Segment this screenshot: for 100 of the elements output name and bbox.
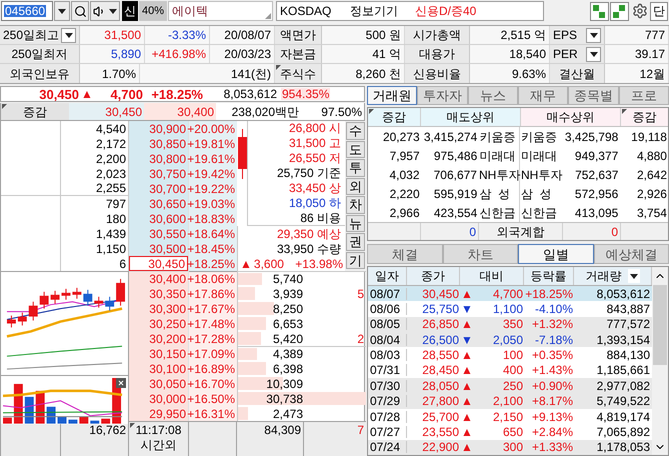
scroll-thumb[interactable] — [653, 285, 667, 365]
dropdown-button[interactable] — [61, 28, 76, 42]
ask-price[interactable]: 30,900 — [129, 121, 188, 136]
ask-price[interactable]: 30,500 — [129, 241, 188, 256]
side-button[interactable]: 도 — [346, 140, 365, 158]
change-sign: ▲ — [460, 426, 474, 438]
quote-time: 11:17:08 — [136, 424, 182, 436]
caret-icon — [630, 274, 638, 278]
change-sign: ▲ — [80, 88, 94, 100]
ask-price[interactable]: 30,700 — [129, 181, 188, 196]
field-label: 대용가 — [418, 48, 456, 60]
stock-code-field[interactable]: 045660 — [1, 1, 53, 21]
sector-label: 정보기기 — [350, 5, 399, 17]
daily-row[interactable]: 08/07 30,450 ▲ 4,700 +18.25% 8,053,612 — [368, 286, 652, 302]
table-cell: 08/05 — [368, 318, 407, 330]
table-cell-text: 3,425,798 — [564, 128, 620, 146]
broker-name: 미래대 — [520, 148, 558, 164]
daily-row[interactable]: 07/27 23,550 ▲ 650 +2.84% 7,065,892 — [368, 424, 652, 440]
tab[interactable]: 체결 — [367, 244, 442, 264]
column-header: 대비 — [480, 270, 504, 282]
tab[interactable]: 거래원 — [367, 86, 418, 105]
field-value: 777 — [644, 29, 665, 41]
ask-price[interactable]: 30,550 — [129, 226, 188, 241]
volume-ratio: 954.35% — [281, 88, 330, 100]
daily-row[interactable]: 08/04 26,500 ▼ 2,050 -7.18% 1,393,154 — [368, 332, 652, 348]
side-button[interactable]: 기 — [346, 252, 365, 269]
column-header: 증감 — [632, 111, 656, 123]
ask-price[interactable]: 30,650 — [129, 196, 188, 211]
table-cell-text: 572,956 — [574, 186, 620, 202]
daily-row[interactable]: 07/24 22,900 ▲ 300 +1.33% 1,178,053 — [368, 440, 652, 455]
ask-quantity: 6 — [119, 258, 126, 270]
candle — [83, 289, 92, 306]
bid-quantity: 8,250 — [272, 302, 304, 314]
bid-rate: +16.89% — [187, 362, 235, 374]
search-button[interactable] — [71, 1, 89, 21]
unit-button[interactable]: 단 — [650, 2, 668, 20]
field-label: EPS — [553, 29, 578, 41]
dropdown-button[interactable] — [586, 28, 601, 42]
close-icon[interactable] — [116, 378, 126, 388]
code-dropdown-button[interactable] — [54, 1, 70, 21]
tab[interactable]: 차트 — [442, 244, 518, 264]
table-cell-text: 400 — [502, 364, 524, 376]
tab[interactable]: 프로 — [618, 86, 669, 105]
field-label: 외국인보유 — [8, 68, 70, 80]
daily-row[interactable]: 08/06 25,750 ▼ 1,100 -4.10% 843,887 — [368, 301, 652, 317]
table-cell: 08/04 — [368, 334, 407, 346]
chart-window-icon[interactable] — [610, 2, 629, 20]
field-label: PER — [553, 48, 579, 60]
tab[interactable]: 투자자 — [417, 86, 468, 105]
ask-quantity: 2,023 — [96, 168, 126, 180]
column-header: 매수상위 — [521, 108, 621, 126]
daily-row[interactable]: 07/29 27,800 ▲ 2,100 +8.17% 5,749,522 — [368, 394, 652, 409]
price-stat: 26,800 시 — [288, 122, 341, 134]
tab[interactable]: 종목별 — [568, 86, 619, 105]
side-button[interactable]: 차 — [346, 196, 365, 214]
field-value: 31,500 — [104, 29, 141, 41]
side-button[interactable]: 투 — [346, 159, 365, 176]
table-cell-text: 2,220 — [388, 186, 421, 202]
scrollbar[interactable] — [652, 267, 668, 455]
column-menu-button[interactable] — [628, 269, 640, 283]
tab[interactable]: 뉴스 — [468, 86, 518, 105]
daily-row[interactable]: 07/30 28,050 ▲ 250 +0.90% 2,977,082 — [368, 378, 652, 394]
chart-window-icon[interactable] — [590, 2, 609, 20]
speaker-icon — [92, 4, 106, 18]
change-sign: ▲ — [460, 288, 474, 300]
dropdown-button[interactable] — [586, 46, 601, 62]
table-cell-text: 22,900 — [421, 441, 460, 454]
column-header: 매도상위 — [421, 108, 521, 126]
candle — [72, 287, 82, 300]
daily-row[interactable]: 08/03 28,550 ▲ 100 +0.35% 884,130 — [368, 347, 652, 363]
ask-price[interactable]: 30,800 — [129, 151, 188, 166]
side-button[interactable]: 외 — [346, 178, 365, 195]
stock-name-field[interactable]: 에이텍 — [168, 1, 273, 21]
bid-quantity: 6,398 — [272, 362, 304, 374]
bid-rate: +17.86% — [187, 288, 235, 300]
daily-row[interactable]: 07/31 28,450 ▲ 400 +1.43% 1,185,661 — [368, 362, 652, 378]
side-button[interactable]: 권 — [346, 233, 365, 250]
table-cell-text: +1.43% — [530, 364, 574, 376]
tab[interactable]: 재무 — [518, 86, 568, 105]
table-cell-text: 413,095 — [574, 204, 620, 222]
side-button[interactable]: 뉴 — [346, 214, 365, 232]
ask-price[interactable]: 30,750 — [129, 166, 188, 181]
price-stat: 33,450 상 — [288, 182, 341, 194]
field-value: 9.63% — [512, 68, 546, 80]
tab[interactable]: 일별 — [518, 244, 594, 264]
ask-price[interactable]: 30,600 — [129, 211, 188, 226]
field-value: 1.70% — [102, 68, 136, 80]
ask-price[interactable]: 30,850 — [129, 136, 188, 151]
daily-row[interactable]: 08/05 26,850 ▲ 350 +1.32% 777,572 — [368, 316, 652, 332]
field-label: 시가총액 — [412, 29, 462, 41]
ask-rate: +19.22% — [187, 182, 235, 194]
ask-price[interactable]: 30,450 — [129, 256, 188, 271]
side-button[interactable]: 수 — [346, 122, 365, 140]
change-sign: ▲ — [460, 349, 474, 362]
daily-row[interactable]: 07/28 25,700 ▲ 2,150 +9.13% 4,819,174 — [368, 408, 652, 424]
total-count: 7 — [357, 424, 364, 439]
tab[interactable]: 예상체결 — [594, 244, 669, 264]
table-cell-text: 19,118 — [630, 128, 668, 146]
table-cell-text: 650 — [502, 426, 524, 438]
sound-button[interactable] — [90, 1, 120, 21]
